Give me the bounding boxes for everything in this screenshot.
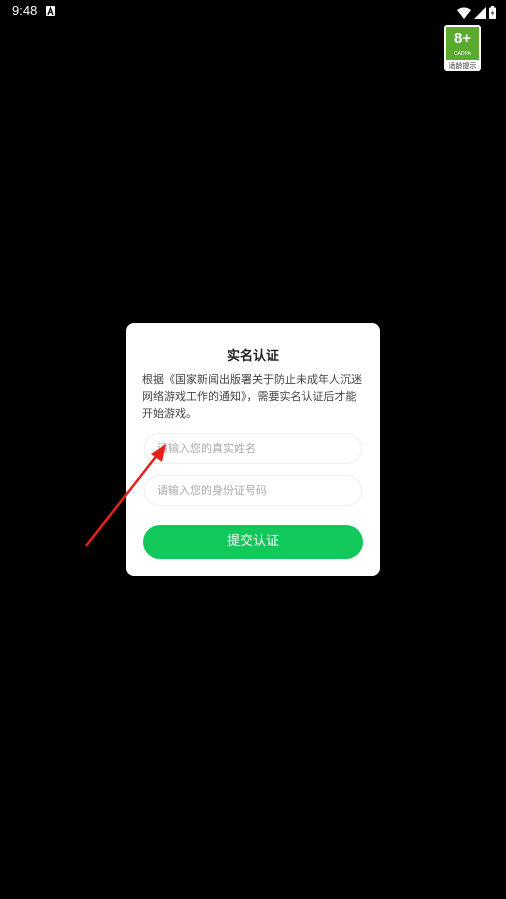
screen: 9:48 8+ CADPA 适龄提示 实名认证 根据《国家新闻出版署关于防止未成… [0,0,506,899]
annotation-arrow-icon [85,444,166,547]
